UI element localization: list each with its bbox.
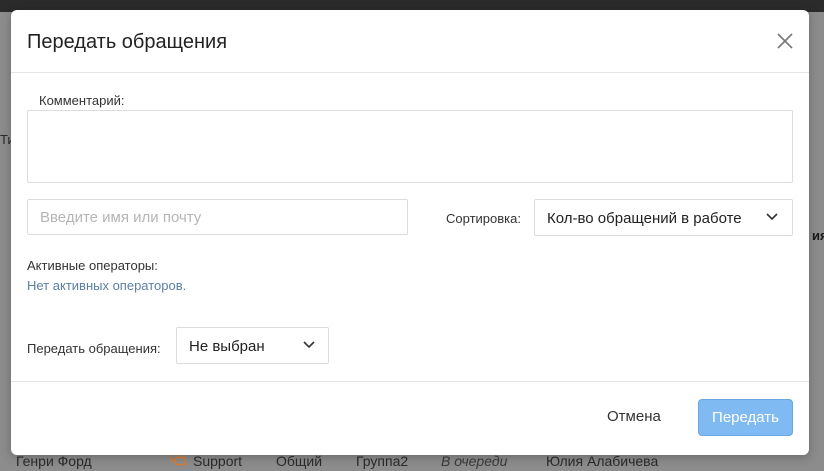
no-operators-message: Нет активных операторов. (27, 278, 187, 293)
background-column-header-fragment: ия (812, 228, 824, 243)
sort-label: Сортировка: (446, 211, 521, 226)
active-operators-label: Активные операторы: (27, 258, 158, 273)
chevron-down-icon (303, 341, 315, 349)
dialog-header: Передать обращения (11, 10, 809, 73)
operator-search-input[interactable] (27, 199, 408, 235)
transfer-tickets-dialog: Передать обращения Комментарий: Сортиров… (11, 10, 809, 455)
close-icon[interactable] (774, 30, 796, 52)
sort-select[interactable]: Кол-во обращений в работе (534, 199, 793, 236)
dialog-footer: Отмена Передать (11, 381, 809, 456)
cancel-button[interactable]: Отмена (607, 408, 661, 425)
comment-label: Комментарий: (39, 93, 125, 108)
transfer-selected-value: Не выбран (189, 338, 265, 355)
comment-textarea[interactable] (27, 110, 793, 183)
dialog-title: Передать обращения (27, 31, 228, 53)
transfer-target-select[interactable]: Не выбран (176, 327, 329, 364)
chevron-down-icon (766, 213, 778, 221)
transfer-button[interactable]: Передать (698, 399, 793, 436)
transfer-label: Передать обращения: (27, 341, 161, 356)
sort-selected-value: Кол-во обращений в работе (547, 210, 742, 227)
